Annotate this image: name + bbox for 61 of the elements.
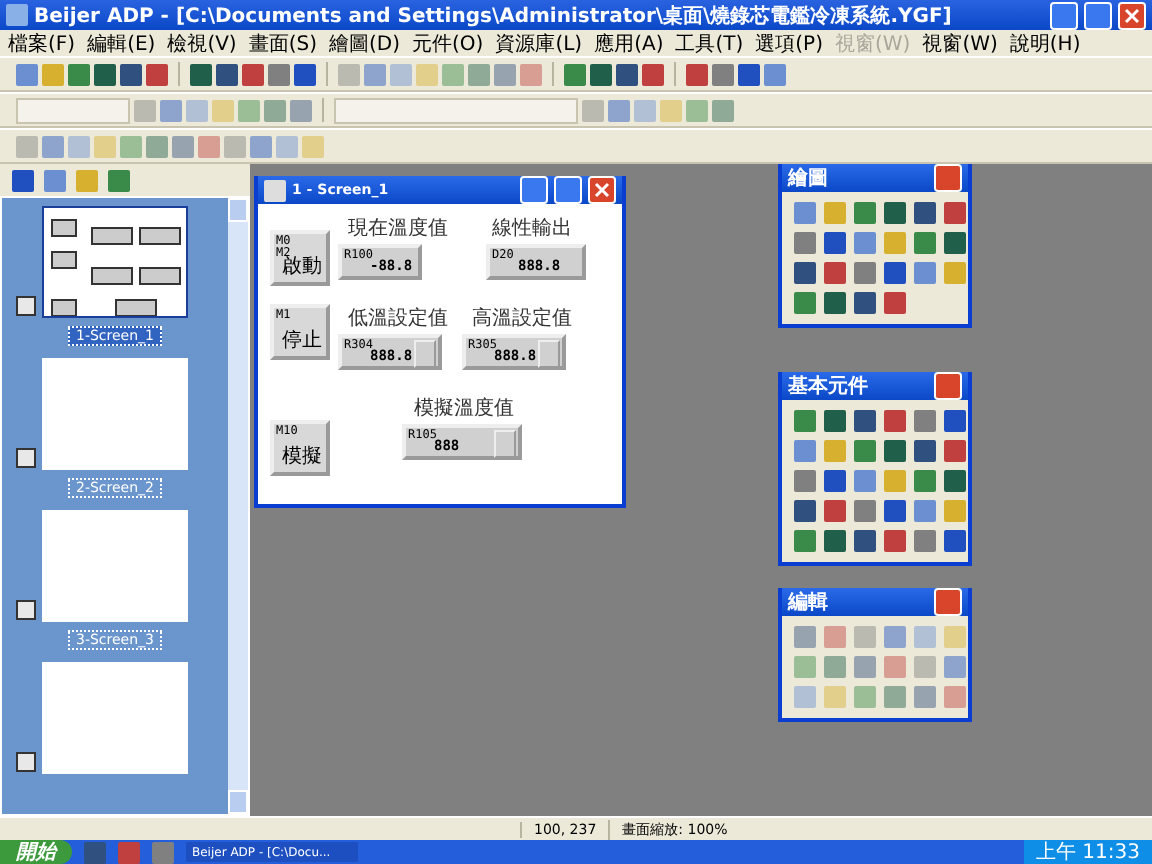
tool-icon[interactable] bbox=[146, 63, 168, 85]
screen-icon bbox=[16, 600, 36, 620]
menu-item[interactable]: 元件(O) bbox=[412, 29, 484, 57]
tool-icon[interactable] bbox=[242, 63, 264, 85]
tool-icon[interactable] bbox=[686, 63, 708, 85]
tool-icon[interactable] bbox=[94, 63, 116, 85]
combo-box[interactable] bbox=[334, 97, 578, 123]
window-title: Beijer ADP - [C:\Documents and Settings\Administrator\桌面\燒錄芯電鑑冷凍系統.YGF] bbox=[34, 3, 954, 29]
menu-item[interactable]: 檔案(F) bbox=[8, 29, 76, 57]
tool-icon[interactable] bbox=[120, 63, 142, 85]
minimize-button[interactable] bbox=[520, 176, 548, 204]
menu-item[interactable]: 應用(A) bbox=[594, 29, 664, 57]
menu-item[interactable]: 工具(T) bbox=[675, 29, 744, 57]
menu-item[interactable]: 說明(H) bbox=[1009, 29, 1081, 57]
menu-item[interactable]: 視窗(W) bbox=[922, 29, 998, 57]
close-button[interactable] bbox=[588, 176, 616, 204]
tool-icon[interactable] bbox=[294, 63, 316, 85]
clock: 上午 11:33 bbox=[1024, 840, 1152, 864]
tool-icon[interactable] bbox=[590, 63, 612, 85]
combo-box[interactable] bbox=[16, 97, 130, 123]
maximize-button[interactable] bbox=[1084, 1, 1112, 29]
maximize-button[interactable] bbox=[554, 176, 582, 204]
screen-icon bbox=[16, 448, 36, 468]
tool-icon[interactable] bbox=[268, 63, 290, 85]
tool-icon[interactable] bbox=[642, 63, 664, 85]
close-button[interactable] bbox=[1118, 1, 1146, 29]
screen-icon bbox=[16, 296, 36, 316]
field-label: 線性輸出 bbox=[492, 215, 572, 242]
window-icon bbox=[264, 179, 286, 201]
scrollbar[interactable] bbox=[228, 198, 248, 814]
menu-item[interactable]: 選項(P) bbox=[755, 29, 823, 57]
tool-icon[interactable] bbox=[616, 63, 638, 85]
menu-item[interactable]: 編輯(E) bbox=[87, 29, 156, 57]
tool-icon[interactable] bbox=[738, 63, 760, 85]
palette-title: 繪圖 bbox=[788, 165, 830, 192]
field-label: 低溫設定值 bbox=[348, 305, 448, 332]
tool-icon[interactable] bbox=[68, 63, 90, 85]
field-label: 高溫設定值 bbox=[472, 305, 572, 332]
close-button[interactable] bbox=[934, 588, 962, 616]
palette-title: 基本元件 bbox=[788, 373, 870, 400]
tool-icon[interactable] bbox=[712, 63, 734, 85]
menu-item[interactable]: 畫面(S) bbox=[248, 29, 317, 57]
close-icon bbox=[594, 182, 610, 198]
tool-icon[interactable] bbox=[190, 63, 212, 85]
tool-icon[interactable] bbox=[216, 63, 238, 85]
close-button[interactable] bbox=[934, 372, 962, 400]
close-button[interactable] bbox=[934, 164, 962, 192]
tool-icon[interactable] bbox=[564, 63, 586, 85]
screen-icon bbox=[16, 752, 36, 772]
menu-item[interactable]: 檢視(V) bbox=[167, 29, 237, 57]
menu-item[interactable]: 資源庫(L) bbox=[495, 29, 583, 57]
tool-icon[interactable] bbox=[108, 169, 130, 191]
start-button[interactable]: 開始 bbox=[0, 840, 72, 864]
minimize-button[interactable] bbox=[1050, 1, 1078, 29]
field-label: 現在溫度值 bbox=[348, 215, 448, 242]
tool-icon[interactable] bbox=[12, 169, 34, 191]
field-label: 模擬溫度值 bbox=[414, 395, 514, 422]
close-icon bbox=[1124, 7, 1140, 23]
palette-title: 編輯 bbox=[788, 589, 830, 616]
app-icon bbox=[6, 4, 28, 26]
menu-item[interactable]: 繪圖(D) bbox=[329, 29, 401, 57]
